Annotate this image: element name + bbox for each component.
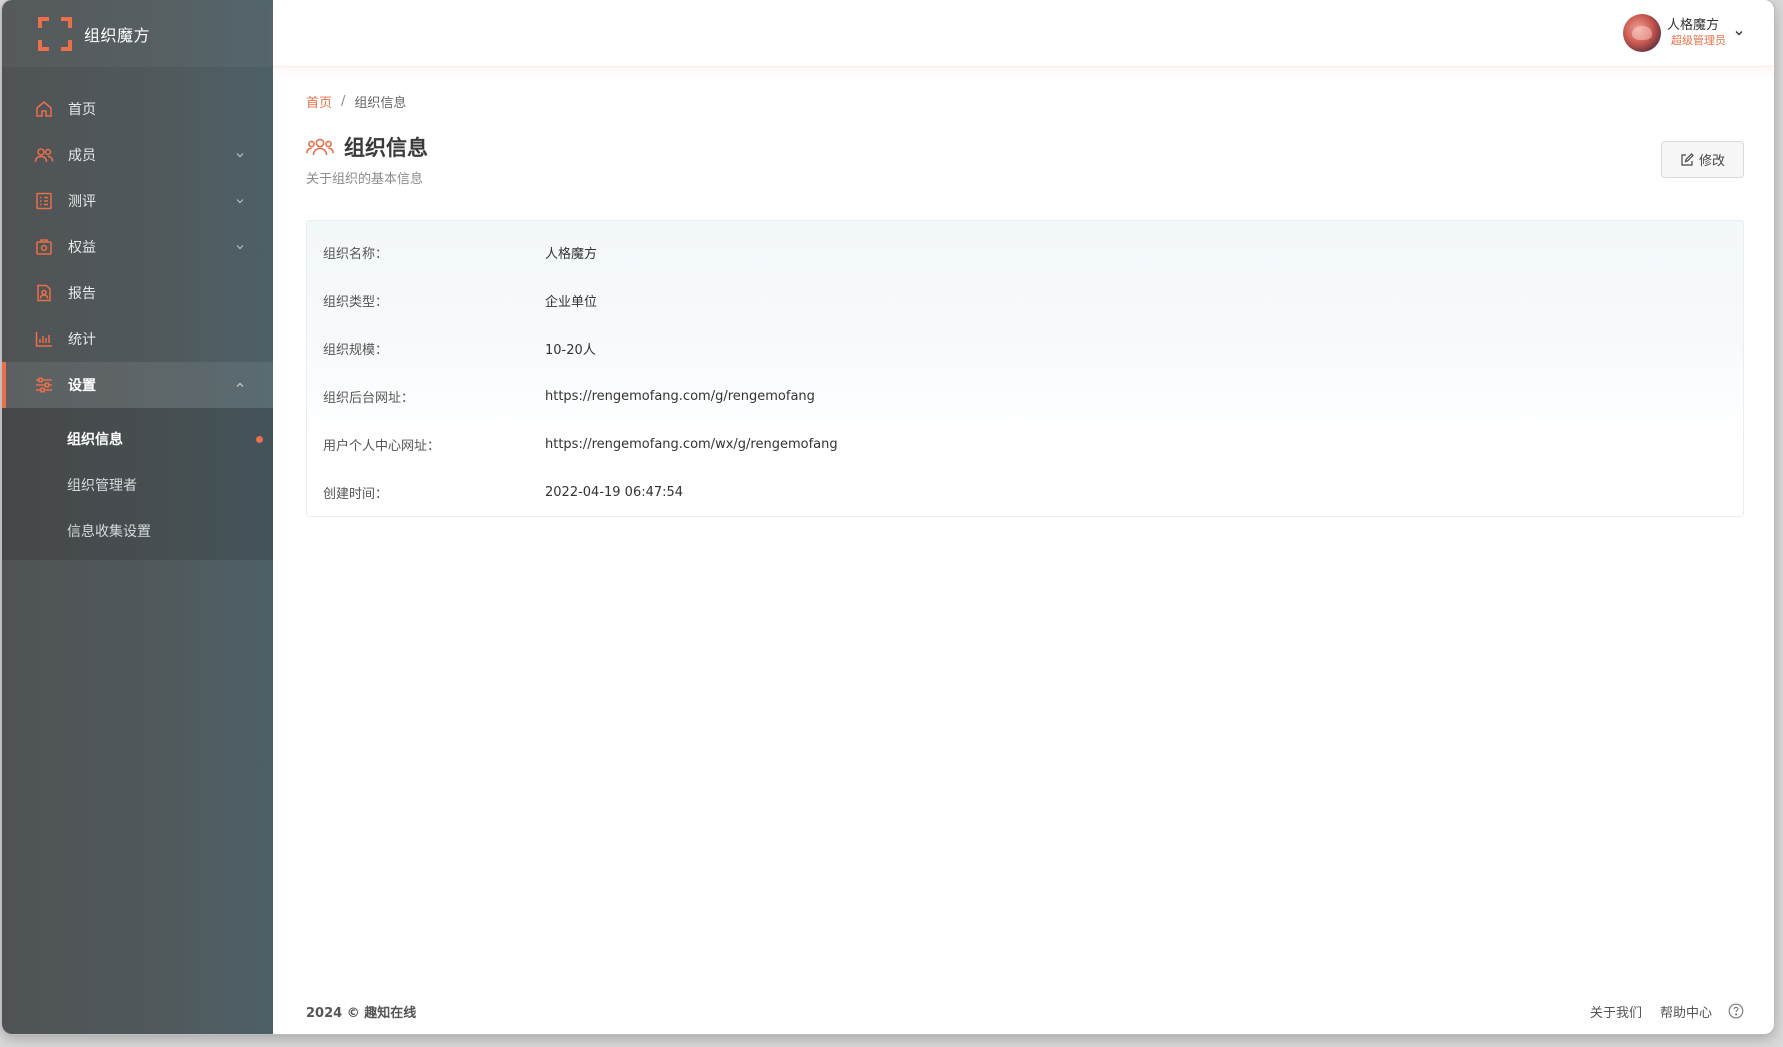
page-subtitle: 关于组织的基本信息 — [306, 172, 424, 187]
submenu-item-label: 信息收集设置 — [67, 524, 151, 540]
chevron-down-icon — [236, 245, 244, 250]
info-value: https://rengemofang.com/wx/g/rengemofang — [545, 436, 838, 452]
info-value: https://rengemofang.com/g/rengemofang — [545, 388, 815, 404]
info-label: 组织后台网址： — [323, 390, 415, 406]
user-info: 人格魔方 超级管理员 — [1667, 18, 1726, 48]
edit-button[interactable]: 修改 — [1661, 141, 1744, 178]
user-name: 人格魔方 — [1667, 18, 1720, 33]
info-value: 2022-04-19 06:47:54 — [545, 484, 684, 500]
app-window: 组织魔方 首页 成员 测评 权益 报告 统计 设置 组织信息 组织管理者 信息收… — [2, 0, 1774, 1034]
sidebar-item-members[interactable]: 成员 — [2, 132, 273, 178]
breadcrumb: 首页 / 组织信息 — [306, 92, 406, 111]
sidebar-item-label: 首页 — [68, 102, 96, 118]
sidebar-item-statistics[interactable]: 统计 — [2, 316, 273, 362]
avatar — [1623, 14, 1661, 52]
info-row-admin-url: 组织后台网址： https://rengemofang.com/g/rengem… — [307, 372, 1743, 420]
breadcrumb-separator: / — [341, 94, 346, 109]
sidebar-item-home[interactable]: 首页 — [2, 86, 273, 132]
sidebar-item-report[interactable]: 报告 — [2, 270, 273, 316]
breadcrumb-current: 组织信息 — [354, 96, 407, 111]
question-circle-icon[interactable] — [1728, 1003, 1744, 1019]
sidebar-item-label: 设置 — [68, 378, 96, 394]
edit-icon — [1681, 152, 1694, 166]
main-content: 人格魔方 超级管理员 首页 / 组织信息 组织信息 关于组织的基本信息 修改 组… — [273, 0, 1774, 1034]
assessment-icon — [34, 191, 54, 211]
statistics-icon — [34, 329, 54, 349]
user-role: 超级管理员 — [1671, 34, 1726, 47]
bracket-logo-icon — [38, 16, 72, 51]
benefits-icon — [34, 237, 54, 257]
chevron-up-icon — [236, 382, 244, 387]
info-label: 组织规模： — [323, 342, 389, 358]
members-icon — [34, 145, 54, 165]
sidebar-nav: 首页 成员 测评 权益 报告 统计 设置 组织信息 组织管理者 信息收集设置 — [2, 86, 273, 560]
submenu-item-info-collection[interactable]: 信息收集设置 — [2, 508, 273, 554]
copyright-text: 2024 © 趣知在线 — [306, 1005, 417, 1021]
edit-button-label: 修改 — [1698, 154, 1725, 169]
about-us-link[interactable]: 关于我们 — [1590, 1002, 1642, 1021]
user-menu[interactable]: 人格魔方 超级管理员 — [1623, 14, 1744, 52]
submenu-item-org-info[interactable]: 组织信息 — [2, 416, 273, 462]
info-row-size: 组织规模： 10-20人 — [307, 324, 1743, 372]
org-info-card: 组织名称： 人格魔方 组织类型： 企业单位 组织规模： 10-20人 组织后台网… — [306, 220, 1744, 517]
settings-icon — [34, 375, 54, 395]
report-icon — [34, 283, 54, 303]
chevron-down-icon — [1735, 31, 1743, 36]
submenu-item-label: 组织信息 — [67, 432, 123, 448]
sidebar-item-assessment[interactable]: 测评 — [2, 178, 273, 224]
info-row-type: 组织类型： 企业单位 — [307, 276, 1743, 324]
info-row-created-time: 创建时间： 2022-04-19 06:47:54 — [307, 468, 1743, 516]
info-value: 人格魔方 — [545, 246, 598, 262]
info-label: 组织类型： — [323, 294, 389, 310]
info-label: 创建时间： — [323, 486, 389, 502]
footer: 2024 © 趣知在线 关于我们 帮助中心 — [306, 1001, 1744, 1021]
team-icon — [306, 138, 334, 156]
breadcrumb-home-link[interactable]: 首页 — [306, 92, 332, 111]
brand[interactable]: 组织魔方 — [2, 0, 273, 67]
sidebar-item-settings[interactable]: 设置 — [2, 362, 273, 408]
sidebar: 组织魔方 首页 成员 测评 权益 报告 统计 设置 组织信息 组织管理者 信息收… — [2, 0, 273, 1034]
sidebar-item-label: 成员 — [68, 148, 96, 164]
home-icon — [34, 99, 54, 119]
chevron-down-icon — [236, 153, 244, 158]
submenu-item-org-admins[interactable]: 组织管理者 — [2, 462, 273, 508]
sidebar-item-label: 权益 — [68, 240, 96, 256]
help-center-link[interactable]: 帮助中心 — [1660, 1002, 1712, 1021]
chevron-down-icon — [236, 199, 244, 204]
sidebar-item-benefits[interactable]: 权益 — [2, 224, 273, 270]
settings-submenu: 组织信息 组织管理者 信息收集设置 — [2, 408, 273, 560]
info-row-name: 组织名称： 人格魔方 — [307, 228, 1743, 276]
info-value: 10-20人 — [545, 342, 596, 358]
info-label: 用户个人中心网址： — [323, 438, 441, 454]
top-header: 人格魔方 超级管理员 — [273, 0, 1774, 67]
page-header: 组织信息 关于组织的基本信息 — [306, 132, 428, 187]
sidebar-item-label: 统计 — [68, 332, 96, 348]
info-value: 企业单位 — [545, 294, 598, 310]
submenu-item-label: 组织管理者 — [67, 478, 137, 494]
active-dot-icon — [256, 436, 263, 443]
page-title: 组织信息 — [344, 136, 428, 160]
sidebar-item-label: 报告 — [68, 286, 96, 302]
info-label: 组织名称： — [323, 246, 389, 262]
sidebar-item-label: 测评 — [68, 194, 96, 210]
brand-title: 组织魔方 — [84, 25, 151, 45]
info-row-user-center-url: 用户个人中心网址： https://rengemofang.com/wx/g/r… — [307, 420, 1743, 468]
